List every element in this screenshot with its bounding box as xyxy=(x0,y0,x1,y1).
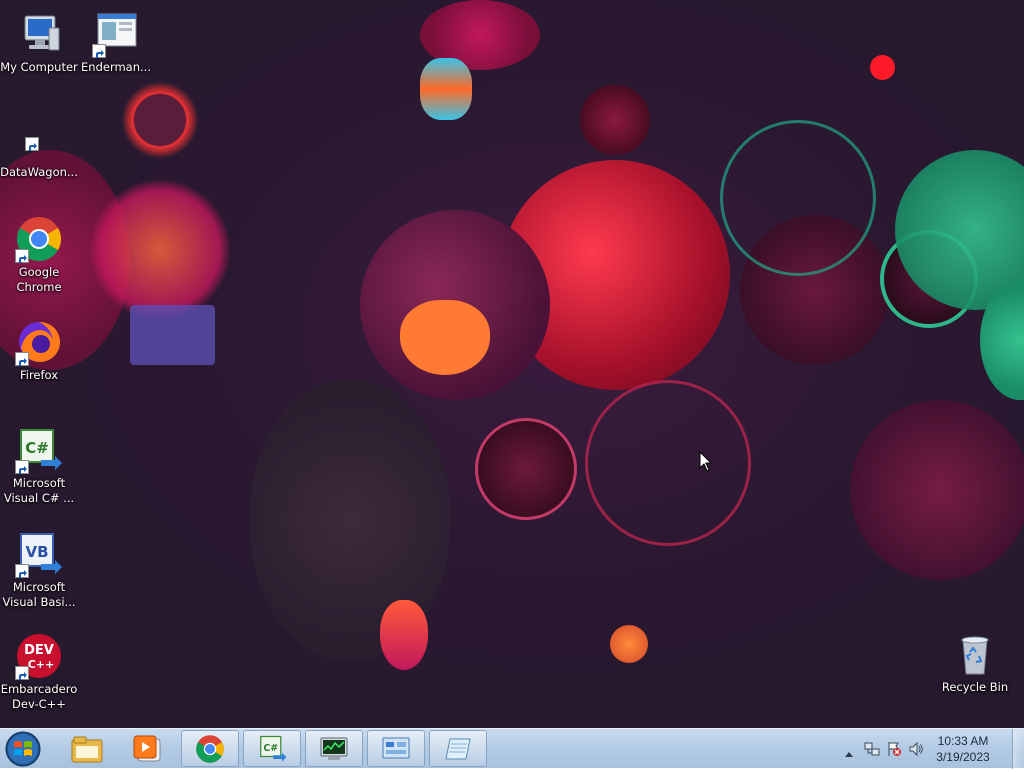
window-app-icon xyxy=(92,10,140,58)
desktop-icon-label: Microsoft Visual C# ... xyxy=(3,476,75,505)
clock-date: 3/19/2023 xyxy=(936,750,990,764)
computer-icon xyxy=(15,10,63,58)
volume-icon[interactable] xyxy=(908,741,924,761)
svg-text:VB: VB xyxy=(25,543,48,561)
task-manager-icon xyxy=(320,737,348,760)
desktop-icon-label: Embarcadero Dev-C++ xyxy=(0,682,78,711)
desktop-icon-label: My Computer xyxy=(0,60,78,74)
recycle-bin-icon xyxy=(951,630,999,678)
blank-shortcut-icon xyxy=(15,115,63,163)
taskbar-chrome[interactable] xyxy=(181,730,239,767)
desktop-icon-google-chrome[interactable]: Google Chrome xyxy=(0,215,78,295)
shortcut-arrow-icon xyxy=(15,564,29,578)
taskbar-notepad[interactable] xyxy=(429,730,487,767)
desktop-icon-dev-cpp[interactable]: DEV C++ Embarcadero Dev-C++ xyxy=(0,632,78,712)
chrome-icon xyxy=(196,734,224,763)
action-center-flag-icon[interactable] xyxy=(886,741,902,761)
shortcut-arrow-icon xyxy=(92,44,106,58)
desktop-icon-datawagon[interactable]: DataWagon... xyxy=(0,115,78,180)
file-explorer-icon xyxy=(71,736,103,762)
desktop-icon-my-computer[interactable]: My Computer xyxy=(0,10,78,75)
media-player-icon xyxy=(133,735,161,761)
shortcut-arrow-icon xyxy=(15,249,29,263)
taskbar-visual-csharp[interactable]: C# xyxy=(243,730,301,767)
desktop-icon-label: DataWagon... xyxy=(0,165,78,179)
shortcut-arrow-icon xyxy=(25,137,39,151)
chrome-icon xyxy=(15,215,63,263)
windows-logo-icon xyxy=(5,731,41,767)
desktop-icon-visual-basic[interactable]: VB Microsoft Visual Basi... xyxy=(0,530,78,610)
control-panel-icon xyxy=(382,737,410,758)
start-button[interactable] xyxy=(3,730,49,768)
svg-text:DEV: DEV xyxy=(24,643,54,658)
shortcut-arrow-icon xyxy=(15,352,29,366)
svg-text:C#: C# xyxy=(263,742,278,753)
desktop-icon-label: Google Chrome xyxy=(16,265,62,294)
taskbar-task-manager[interactable] xyxy=(305,730,363,767)
csharp-icon: C# xyxy=(15,426,63,474)
svg-text:C++: C++ xyxy=(28,658,55,671)
svg-text:C#: C# xyxy=(25,439,49,457)
taskbar-media-player[interactable] xyxy=(119,730,177,767)
shortcut-arrow-icon xyxy=(15,460,29,474)
mouse-cursor-icon xyxy=(699,450,713,477)
taskbar-file-explorer[interactable] xyxy=(58,730,116,767)
desktop-icon-label: Recycle Bin xyxy=(941,680,1009,694)
firefox-icon xyxy=(15,318,63,366)
network-icon[interactable] xyxy=(864,741,880,761)
devcpp-icon: DEV C++ xyxy=(15,632,63,680)
taskbar: C# 10:33 AM 3/19/2023 xyxy=(0,728,1024,769)
taskbar-control-panel[interactable] xyxy=(367,730,425,767)
shortcut-arrow-icon xyxy=(15,666,29,680)
desktop-icon-recycle-bin[interactable]: Recycle Bin xyxy=(936,630,1014,695)
desktop-icon-visual-csharp[interactable]: C# Microsoft Visual C# ... xyxy=(0,426,78,506)
clock[interactable]: 10:33 AM 3/19/2023 xyxy=(928,733,998,765)
desktop-icon-label: Firefox xyxy=(19,368,59,382)
desktop-icon-label: Microsoft Visual Basi... xyxy=(2,580,76,609)
clock-time: 10:33 AM xyxy=(937,734,989,748)
csharp-icon: C# xyxy=(260,735,287,761)
desktop[interactable]: My Computer Enderman... DataWagon... Goo… xyxy=(0,0,1024,728)
show-hidden-icons-arrow[interactable] xyxy=(844,743,854,762)
notepad-icon xyxy=(445,738,471,759)
desktop-icon-label: Enderman... xyxy=(81,60,151,74)
vb-icon: VB xyxy=(15,530,63,578)
desktop-icon-firefox[interactable]: Firefox xyxy=(0,318,78,383)
show-desktop-button[interactable] xyxy=(1012,729,1024,769)
desktop-icon-enderman[interactable]: Enderman... xyxy=(77,10,155,75)
